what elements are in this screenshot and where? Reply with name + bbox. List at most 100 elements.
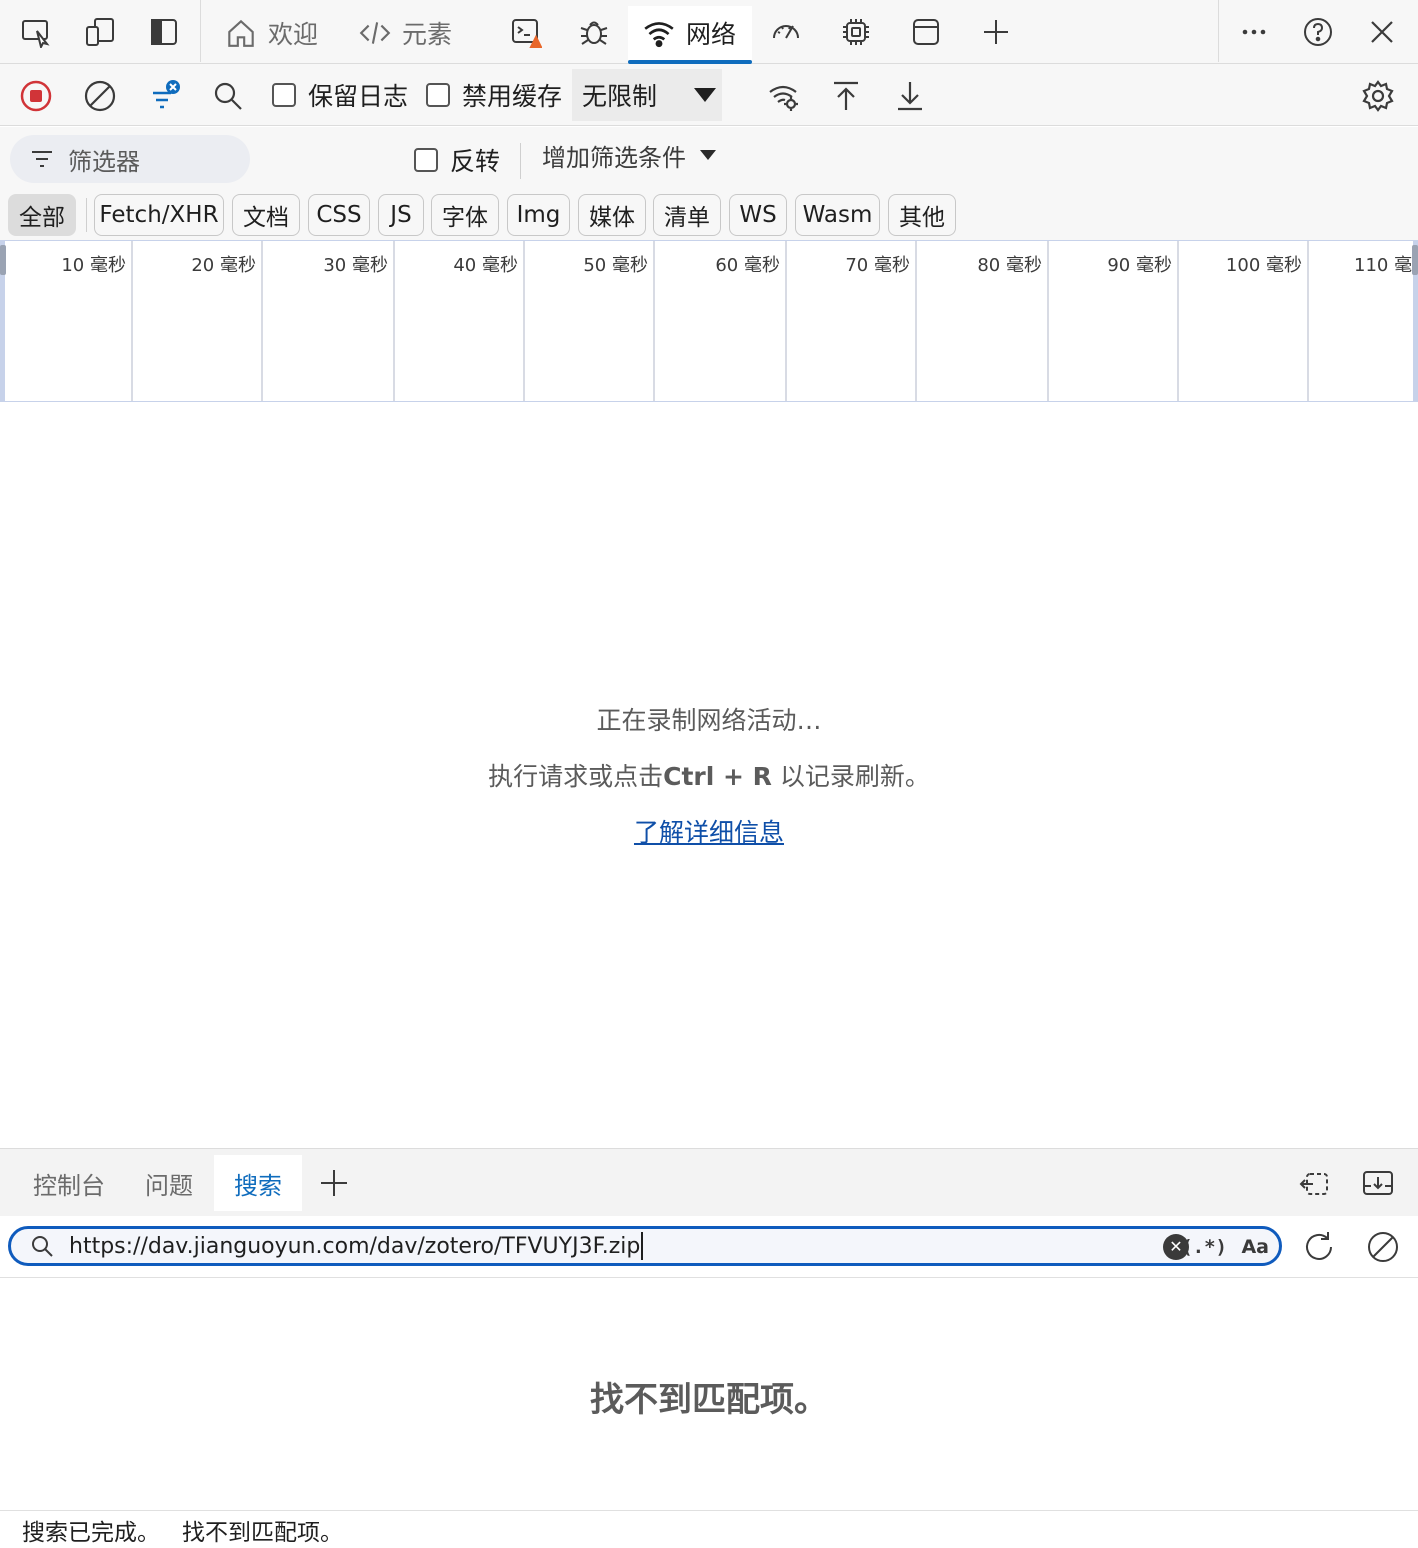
code-icon bbox=[359, 22, 391, 44]
clear-icon[interactable] bbox=[78, 74, 122, 118]
more-options-icon[interactable] bbox=[1234, 12, 1274, 52]
search-status-bar: 搜索已完成。 找不到匹配项。 bbox=[0, 1510, 1418, 1548]
text-cursor bbox=[641, 1232, 644, 1260]
regex-toggle[interactable]: (.*) bbox=[1181, 1232, 1227, 1262]
learn-more-link[interactable]: 了解详细信息 bbox=[634, 812, 784, 854]
search-icon[interactable] bbox=[206, 74, 250, 118]
move-to-top-icon[interactable] bbox=[1296, 1165, 1332, 1201]
filter-chip-ws[interactable]: WS bbox=[729, 194, 787, 236]
dock-side-icon[interactable] bbox=[144, 12, 184, 52]
drawer-add-tab-icon[interactable] bbox=[316, 1165, 352, 1201]
search-status: 搜索已完成。 bbox=[22, 1519, 160, 1546]
chip-label: JS bbox=[390, 202, 412, 228]
preserve-log-checkbox[interactable]: 保留日志 bbox=[272, 78, 408, 112]
network-conditions-icon[interactable] bbox=[762, 74, 806, 118]
timeline-tick: 40 毫秒 bbox=[453, 255, 518, 276]
search-query: https://dav.jianguoyun.com/dav/zotero/TF… bbox=[69, 1233, 641, 1259]
import-har-icon[interactable] bbox=[824, 74, 868, 118]
tab-elements[interactable]: 元素 bbox=[358, 6, 452, 60]
device-emulation-icon[interactable] bbox=[80, 12, 120, 52]
refresh-hint-suffix: 以记录刷新。 bbox=[771, 762, 930, 791]
filter-chip-doc[interactable]: 文档 bbox=[232, 194, 300, 236]
no-match-message: 找不到匹配项。 bbox=[590, 1380, 828, 1420]
drawer-tab-console[interactable]: 控制台 bbox=[18, 1155, 120, 1211]
export-har-icon[interactable] bbox=[888, 74, 932, 118]
tab-welcome-label: 欢迎 bbox=[268, 20, 319, 49]
close-icon[interactable] bbox=[1362, 12, 1402, 52]
add-tab-icon[interactable] bbox=[976, 12, 1016, 52]
devtools-tab-bar: 欢迎 元素 网络 bbox=[0, 0, 1418, 64]
invert-label: 反转 bbox=[450, 147, 501, 176]
help-icon[interactable] bbox=[1298, 12, 1338, 52]
record-stop-icon[interactable] bbox=[14, 74, 58, 118]
add-filter-dropdown[interactable]: 增加筛选条件 bbox=[542, 137, 716, 173]
disable-cache-checkbox[interactable]: 禁用缓存 bbox=[426, 78, 562, 112]
refresh-search-icon[interactable] bbox=[1300, 1228, 1338, 1266]
recording-message: 正在录制网络活动… bbox=[596, 706, 822, 735]
chip-label: 其他 bbox=[899, 205, 945, 231]
tab-welcome[interactable]: 欢迎 bbox=[224, 6, 318, 60]
chevron-down-icon bbox=[694, 88, 716, 102]
chip-label: 字体 bbox=[442, 205, 488, 231]
tab-network[interactable]: 网络 bbox=[628, 6, 753, 64]
timeline-tick: 50 毫秒 bbox=[583, 255, 648, 276]
search-icon bbox=[32, 1236, 53, 1257]
invert-checkbox[interactable]: 反转 bbox=[414, 143, 500, 177]
settings-gear-icon[interactable] bbox=[1356, 74, 1400, 118]
drawer-tab-label: 问题 bbox=[145, 1171, 193, 1200]
memory-chip-icon[interactable] bbox=[836, 12, 876, 52]
filter-toggle-icon[interactable] bbox=[142, 74, 186, 118]
network-overview-timeline[interactable]: 10 毫秒 20 毫秒 30 毫秒 40 毫秒 50 毫秒 60 毫秒 70 毫… bbox=[0, 240, 1418, 402]
filter-chip-wasm[interactable]: Wasm bbox=[795, 194, 880, 236]
refresh-hint: 执行请求或点击Ctrl + R 以记录刷新。 bbox=[0, 756, 1418, 798]
filter-chip-other[interactable]: 其他 bbox=[888, 194, 956, 236]
overview-right-handle[interactable] bbox=[1412, 245, 1418, 275]
inspect-element-icon[interactable] bbox=[16, 12, 56, 52]
filter-chip-font[interactable]: 字体 bbox=[431, 194, 499, 236]
chip-label: 清单 bbox=[664, 205, 710, 231]
add-filter-label: 增加筛选条件 bbox=[542, 143, 686, 172]
drawer-tab-issues[interactable]: 问题 bbox=[130, 1155, 208, 1211]
dock-drawer-icon[interactable] bbox=[1360, 1165, 1396, 1201]
timeline-tick: 90 毫秒 bbox=[1107, 255, 1172, 276]
search-result-count: 找不到匹配项。 bbox=[182, 1519, 343, 1546]
search-panel-toolbar: https://dav.jianguoyun.com/dav/zotero/TF… bbox=[0, 1216, 1418, 1278]
filter-chip-fetch-xhr[interactable]: Fetch/XHR bbox=[94, 194, 224, 236]
application-icon[interactable] bbox=[906, 12, 946, 52]
refresh-hint-prefix: 执行请求或点击 bbox=[488, 762, 664, 791]
filter-chip-js[interactable]: JS bbox=[378, 194, 424, 236]
caret-down-icon bbox=[700, 150, 716, 160]
chip-label: 媒体 bbox=[589, 205, 635, 231]
tab-elements-label: 元素 bbox=[402, 20, 453, 49]
throttling-select[interactable]: 无限制 bbox=[572, 69, 722, 121]
timeline-tick: 30 毫秒 bbox=[323, 255, 388, 276]
bug-icon[interactable] bbox=[574, 12, 614, 52]
filter-icon bbox=[32, 151, 52, 167]
clear-search-results-icon[interactable] bbox=[1364, 1228, 1402, 1266]
chip-label: 全部 bbox=[19, 205, 65, 231]
match-case-toggle[interactable]: Aa bbox=[1241, 1232, 1269, 1262]
network-empty-state: 正在录制网络活动… 执行请求或点击Ctrl + R 以记录刷新。 了解详细信息 bbox=[0, 700, 1418, 854]
filter-chip-media[interactable]: 媒体 bbox=[578, 194, 646, 236]
drawer-tab-label: 搜索 bbox=[234, 1171, 282, 1200]
drawer-tab-search[interactable]: 搜索 bbox=[214, 1155, 302, 1211]
filter-chip-css[interactable]: CSS bbox=[308, 194, 370, 236]
filter-input[interactable]: 筛选器 bbox=[10, 135, 250, 183]
throttling-value: 无限制 bbox=[582, 82, 658, 111]
chip-label: Wasm bbox=[802, 202, 873, 228]
disable-cache-label: 禁用缓存 bbox=[462, 82, 563, 111]
drawer-tab-bar: 控制台 问题 搜索 bbox=[0, 1148, 1418, 1216]
timeline-tick: 60 毫秒 bbox=[715, 255, 780, 276]
overview-left-handle[interactable] bbox=[0, 245, 6, 275]
filter-bar: 筛选器 反转 增加筛选条件 全部 Fetch/XHR 文档 CSS JS 字体 … bbox=[0, 127, 1418, 240]
home-icon bbox=[228, 19, 254, 47]
console-warning-icon[interactable] bbox=[506, 12, 546, 52]
filter-placeholder: 筛选器 bbox=[68, 147, 140, 176]
filter-chip-all[interactable]: 全部 bbox=[8, 194, 76, 236]
search-input[interactable]: https://dav.jianguoyun.com/dav/zotero/TF… bbox=[8, 1226, 1282, 1266]
chip-label: 文档 bbox=[243, 205, 289, 231]
filter-chip-img[interactable]: Img bbox=[507, 194, 570, 236]
timeline-tick: 10 毫秒 bbox=[61, 255, 126, 276]
filter-chip-manifest[interactable]: 清单 bbox=[653, 194, 721, 236]
performance-icon[interactable] bbox=[766, 12, 806, 52]
